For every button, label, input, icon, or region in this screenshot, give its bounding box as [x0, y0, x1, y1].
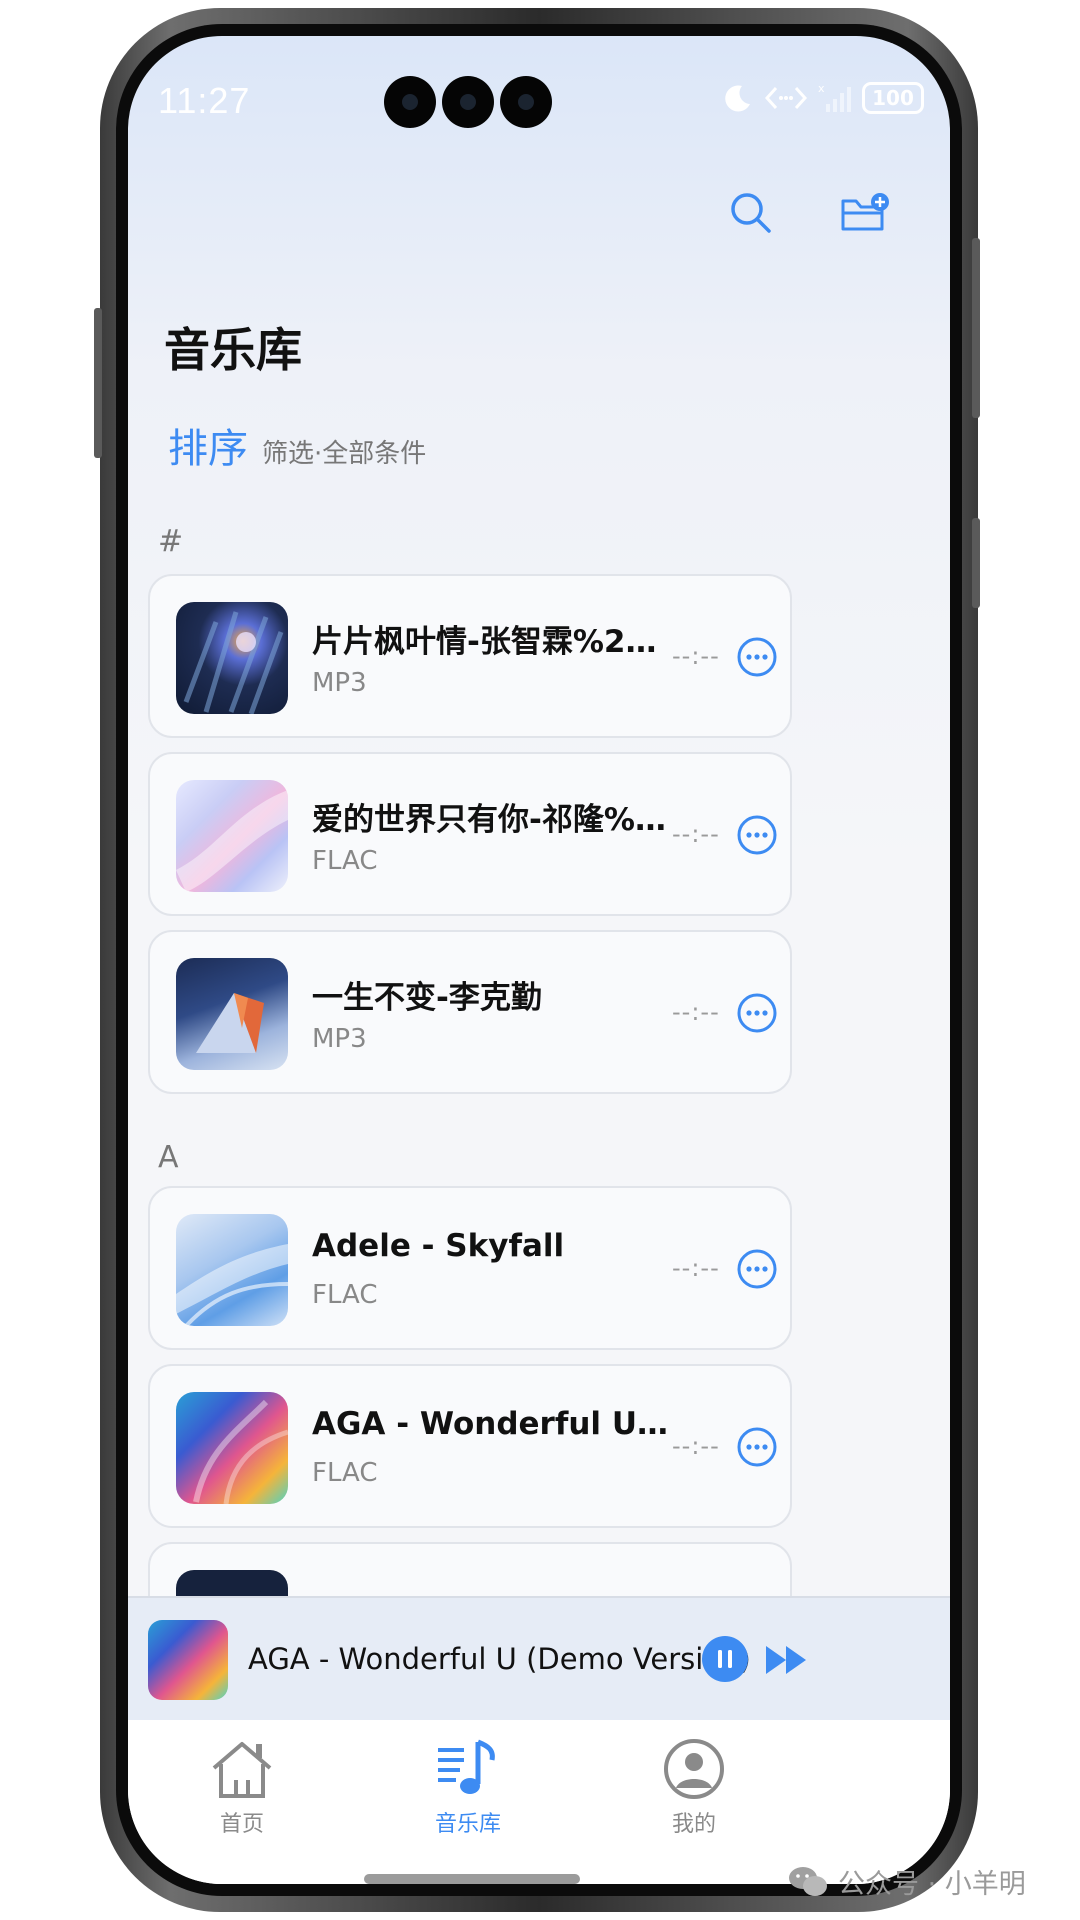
mini-player[interactable]: AGA - Wonderful U (Demo Version): [128, 1596, 950, 1720]
song-item[interactable]: Adele - Skyfall FLAC --:--: [148, 1186, 792, 1350]
side-button: [94, 308, 102, 458]
song-item[interactable]: 一生不变-李克勤 MP3 --:--: [148, 930, 792, 1094]
header-actions: [724, 186, 892, 240]
music-library-icon: [438, 1739, 495, 1794]
pause-button[interactable]: [702, 1636, 748, 1682]
svg-text:x: x: [818, 82, 825, 95]
album-cover: [176, 958, 288, 1070]
song-format: MP3: [312, 1024, 367, 1054]
song-item[interactable]: 片片枫叶情-张智霖%26许秋怡 MP3 --:--: [148, 574, 792, 738]
song-duration: --:--: [672, 642, 720, 670]
song-duration: --:--: [672, 1432, 720, 1460]
moon-icon: [725, 85, 750, 112]
song-duration: --:--: [672, 998, 720, 1026]
nav-profile[interactable]: 我的: [624, 1738, 764, 1838]
page-title: 音乐库: [164, 323, 302, 377]
filter-button[interactable]: 筛选·全部条件: [262, 433, 426, 470]
mini-player-title: AGA - Wonderful U (Demo Version): [248, 1642, 751, 1676]
nav-home[interactable]: 首页: [172, 1738, 312, 1838]
app-screen: 11:27 x 100 音乐库 排序 筛选·全部条件 # 片片枫叶情-张智霖%2…: [128, 36, 950, 1884]
sort-button[interactable]: 排序: [168, 416, 248, 474]
wechat-icon: [789, 1866, 827, 1896]
section-header: #: [158, 524, 184, 559]
album-cover: [176, 1214, 288, 1326]
more-options-icon[interactable]: [736, 814, 778, 856]
song-item[interactable]: AGA - Wonderful U (Demo V… FLAC --:--: [148, 1364, 792, 1528]
song-title: 片片枫叶情-张智霖%26许秋怡: [312, 624, 668, 660]
song-title: AGA - Wonderful U (Demo V…: [312, 1406, 668, 1442]
more-options-icon[interactable]: [736, 636, 778, 678]
song-format: FLAC: [312, 1280, 378, 1310]
song-duration: --:--: [672, 820, 720, 848]
nav-music-library[interactable]: 音乐库: [398, 1738, 538, 1838]
song-format: FLAC: [312, 1458, 378, 1488]
pause-icon: [718, 1650, 732, 1668]
nav-label: 我的: [671, 1812, 716, 1837]
section-header: A: [158, 1140, 179, 1175]
profile-icon: [664, 1739, 724, 1799]
status-icons: x 100: [722, 82, 924, 114]
sort-filter-row: 排序 筛选·全部条件: [168, 416, 426, 474]
more-options-icon[interactable]: [736, 1426, 778, 1468]
album-cover: [176, 1392, 288, 1504]
add-folder-button[interactable]: [838, 186, 892, 240]
battery-level: 100: [872, 86, 914, 110]
song-duration: --:--: [672, 1254, 720, 1282]
battery-icon: 100: [862, 82, 924, 114]
data-transfer-icon: [764, 86, 808, 110]
add-folder-icon: [841, 193, 889, 231]
phone-frame: 11:27 x 100 音乐库 排序 筛选·全部条件 # 片片枫叶情-张智霖%2…: [94, 8, 980, 1912]
home-indicator[interactable]: [364, 1874, 580, 1884]
home-icon: [212, 1742, 272, 1798]
nav-label: 音乐库: [434, 1812, 501, 1837]
search-button[interactable]: [724, 186, 778, 240]
status-bar: 11:27 x 100: [128, 36, 950, 156]
song-format: MP3: [312, 668, 367, 698]
watermark-text: 公众号 · 小羊明: [838, 1869, 1026, 1900]
album-cover: [176, 602, 288, 714]
front-camera: [442, 76, 494, 128]
song-title: Adele - Skyfall: [312, 1228, 565, 1264]
song-title: 爱的世界只有你-祁隆%26乐凡: [312, 802, 668, 838]
song-format: FLAC: [312, 846, 378, 876]
song-title: 一生不变-李克勤: [312, 980, 542, 1016]
front-camera: [500, 76, 552, 128]
next-track-icon[interactable]: [764, 1642, 812, 1678]
song-item[interactable]: 爱的世界只有你-祁隆%26乐凡 FLAC --:--: [148, 752, 792, 916]
front-camera: [384, 76, 436, 128]
album-cover: [176, 780, 288, 892]
side-button: [972, 238, 980, 418]
watermark: 公众号 · 小羊明: [788, 1862, 1026, 1901]
more-options-icon[interactable]: [736, 1248, 778, 1290]
bottom-nav: 首页 音乐库 我的: [128, 1720, 950, 1884]
mini-player-cover: [148, 1620, 228, 1700]
search-icon: [731, 193, 771, 233]
status-time: 11:27: [158, 80, 251, 121]
nav-label: 首页: [219, 1812, 264, 1837]
more-options-icon[interactable]: [736, 992, 778, 1034]
signal-icon: x: [818, 82, 851, 112]
side-button: [972, 518, 980, 608]
